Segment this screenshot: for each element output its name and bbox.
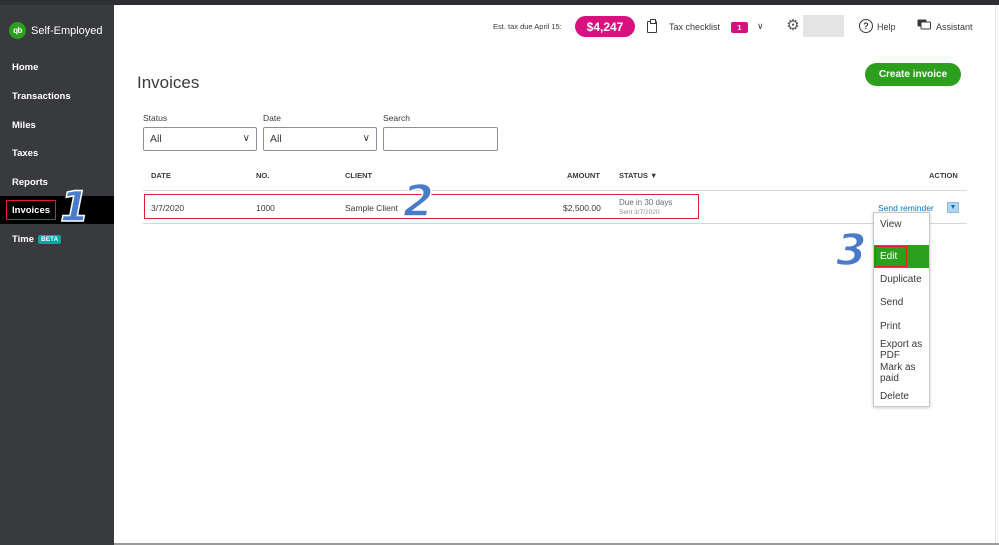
cell-status: Due in 30 days <box>619 198 673 207</box>
create-invoice-button[interactable]: Create invoice <box>865 63 961 86</box>
col-header-client[interactable]: CLIENT <box>345 171 372 180</box>
status-filter-label: Status <box>143 113 168 123</box>
col-header-action: ACTION <box>929 171 958 180</box>
menu-item-export-pdf[interactable]: Export as PDF <box>874 338 929 361</box>
sidebar-item-time[interactable]: Time BETA <box>0 225 114 253</box>
col-header-date[interactable]: DATE <box>151 171 171 180</box>
annotation-highlight-box <box>875 246 907 267</box>
date-filter-label: Date <box>263 113 281 123</box>
gear-icon[interactable]: ⚙ <box>785 18 801 34</box>
status-filter-value: All <box>150 133 162 145</box>
chevron-down-icon: ∨ <box>362 133 370 144</box>
page-title: Invoices <box>137 73 200 92</box>
action-menu: View Edit Duplicate Send Print Export as… <box>873 212 930 407</box>
brand-name: Self-Employed <box>31 24 103 37</box>
annotation-step-2: 2 <box>402 175 434 228</box>
cell-client[interactable]: Sample Client <box>345 203 398 213</box>
action-dropdown-toggle[interactable]: ▼ <box>947 202 959 213</box>
sidebar-item-label: Reports <box>12 176 48 188</box>
cell-date[interactable]: 3/7/2020 <box>151 203 184 213</box>
cell-amount[interactable]: $2,500.00 <box>563 203 601 213</box>
date-filter-select[interactable]: All ∨ <box>263 127 377 151</box>
chevron-down-icon[interactable]: ∨ <box>757 21 764 32</box>
search-label: Search <box>383 113 410 123</box>
chat-bubble-icon[interactable] <box>917 19 931 31</box>
help-link[interactable]: Help <box>877 22 896 32</box>
col-header-status[interactable]: STATUS ▼ <box>619 171 657 180</box>
est-tax-button[interactable]: $4,247 <box>575 16 635 37</box>
sidebar-item-miles[interactable]: Miles <box>0 111 114 139</box>
col-header-no[interactable]: NO. <box>256 171 269 180</box>
menu-item-view[interactable]: View <box>874 213 929 236</box>
sidebar-item-label: Home <box>12 61 39 73</box>
sidebar-item-label: Time <box>12 233 35 245</box>
col-header-amount[interactable]: AMOUNT <box>567 171 600 180</box>
menu-item-duplicate[interactable]: Duplicate <box>874 268 929 291</box>
menu-item-mark-paid[interactable]: Mark as paid <box>874 361 929 384</box>
est-tax-label: Est. tax due April 15: <box>493 22 562 31</box>
date-filter-value: All <box>270 133 282 145</box>
sidebar-item-invoices[interactable]: Invoices <box>0 196 114 224</box>
divider <box>143 190 967 191</box>
menu-item-delete[interactable]: Delete <box>874 385 929 408</box>
sidebar-item-home[interactable]: Home <box>0 53 114 81</box>
sidebar-item-label: Taxes <box>12 147 39 159</box>
menu-item-edit[interactable]: Edit <box>874 245 929 268</box>
top-bar: Est. tax due April 15: $4,247 Tax checkl… <box>114 5 999 49</box>
tax-checklist-count-badge: 1 <box>731 22 748 33</box>
sidebar-item-transactions[interactable]: Transactions <box>0 82 114 110</box>
cell-status-sub: Sent 3/7/2020 <box>619 209 660 216</box>
help-icon[interactable]: ? <box>859 19 873 33</box>
tax-checklist-link[interactable]: Tax checklist <box>669 22 720 32</box>
menu-item-print[interactable]: Print <box>874 315 929 338</box>
menu-item-send[interactable]: Send <box>874 291 929 314</box>
quickbooks-logo-icon: qb <box>9 22 26 39</box>
search-input[interactable] <box>383 127 498 151</box>
window-right-edge <box>995 5 999 545</box>
brand[interactable]: qb Self-Employed <box>9 22 103 39</box>
status-filter-select[interactable]: All ∨ <box>143 127 257 151</box>
divider <box>143 223 967 224</box>
beta-badge: BETA <box>38 234 62 244</box>
sidebar-item-label: Miles <box>12 119 36 131</box>
sidebar-item-label: Transactions <box>12 90 71 102</box>
clipboard-icon[interactable] <box>647 19 657 33</box>
annotation-highlight-box <box>6 200 56 220</box>
chevron-down-icon: ∨ <box>242 133 250 144</box>
sidebar: qb Self-Employed Home Transactions Miles… <box>0 5 114 545</box>
annotation-step-1: 1 <box>59 181 90 232</box>
sidebar-item-reports[interactable]: Reports <box>0 168 114 196</box>
profile-avatar[interactable] <box>803 15 844 37</box>
assistant-link[interactable]: Assistant <box>936 22 973 32</box>
cell-no[interactable]: 1000 <box>256 203 275 213</box>
caret-down-icon: ▼ <box>949 204 957 211</box>
annotation-step-3: 3 <box>835 224 867 277</box>
sidebar-item-taxes[interactable]: Taxes <box>0 139 114 167</box>
